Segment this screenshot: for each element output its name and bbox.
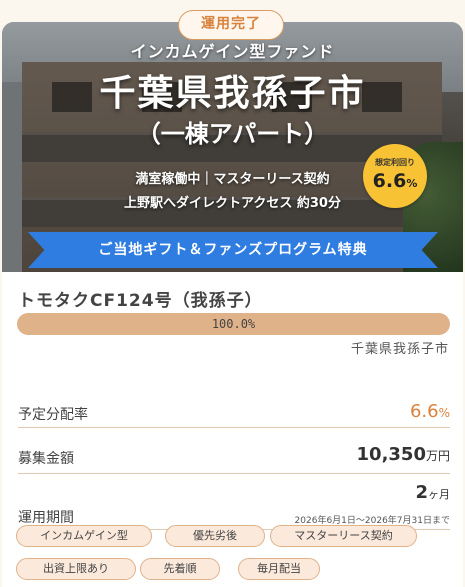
distribution-rate-label: 予定分配率 — [18, 407, 88, 423]
period-value: 2ヶ月 — [415, 482, 450, 503]
tag-monthly-dividend: 毎月配当 — [238, 558, 320, 580]
distribution-rate-value: 6.6% — [409, 401, 450, 422]
period-row: 運用期間 2ヶ月 2026年6月1日〜2026年7月31日まで — [18, 478, 450, 530]
tag-investment-limit: 出資上限あり — [16, 558, 136, 580]
tag-priority-subordination: 優先劣後 — [165, 525, 265, 547]
progress-text: 100.0% — [211, 317, 256, 331]
funding-progress-bar: 100.0% — [17, 313, 450, 335]
tag-master-lease: マスターリース契約 — [270, 525, 417, 547]
fund-card[interactable]: インカムゲイン型ファンド 千葉県我孫子市 （一棟アパート） 満室稼働中｜マスター… — [2, 22, 463, 587]
yield-badge: 想定利回り 6.6% — [363, 144, 427, 208]
fund-name[interactable]: トモタクCF124号（我孫子） — [18, 286, 263, 311]
hero-image: インカムゲイン型ファンド 千葉県我孫子市 （一棟アパート） 満室稼働中｜マスター… — [2, 22, 463, 272]
period-label: 運用期間 — [18, 510, 74, 526]
fund-location: 千葉県我孫子市 — [350, 342, 449, 357]
hero-title: 千葉県我孫子市 — [99, 73, 366, 114]
yield-label: 想定利回り — [375, 158, 415, 167]
campaign-ribbon: ご当地ギフト＆ファンズプログラム特典 — [28, 232, 438, 268]
amount-label: 募集金額 — [18, 451, 74, 467]
hero-subtitle: インカムゲイン型ファンド — [130, 42, 335, 61]
amount-value: 10,350万円 — [356, 444, 450, 465]
distribution-rate-row: 予定分配率 6.6% — [18, 394, 450, 428]
tag-income-gain: インカムゲイン型 — [16, 525, 152, 547]
amount-row: 募集金額 10,350万円 — [18, 436, 450, 474]
tag-first-come: 先着順 — [140, 558, 220, 580]
yield-value: 6.6% — [372, 170, 418, 192]
status-badge: 運用完了 — [178, 10, 284, 40]
